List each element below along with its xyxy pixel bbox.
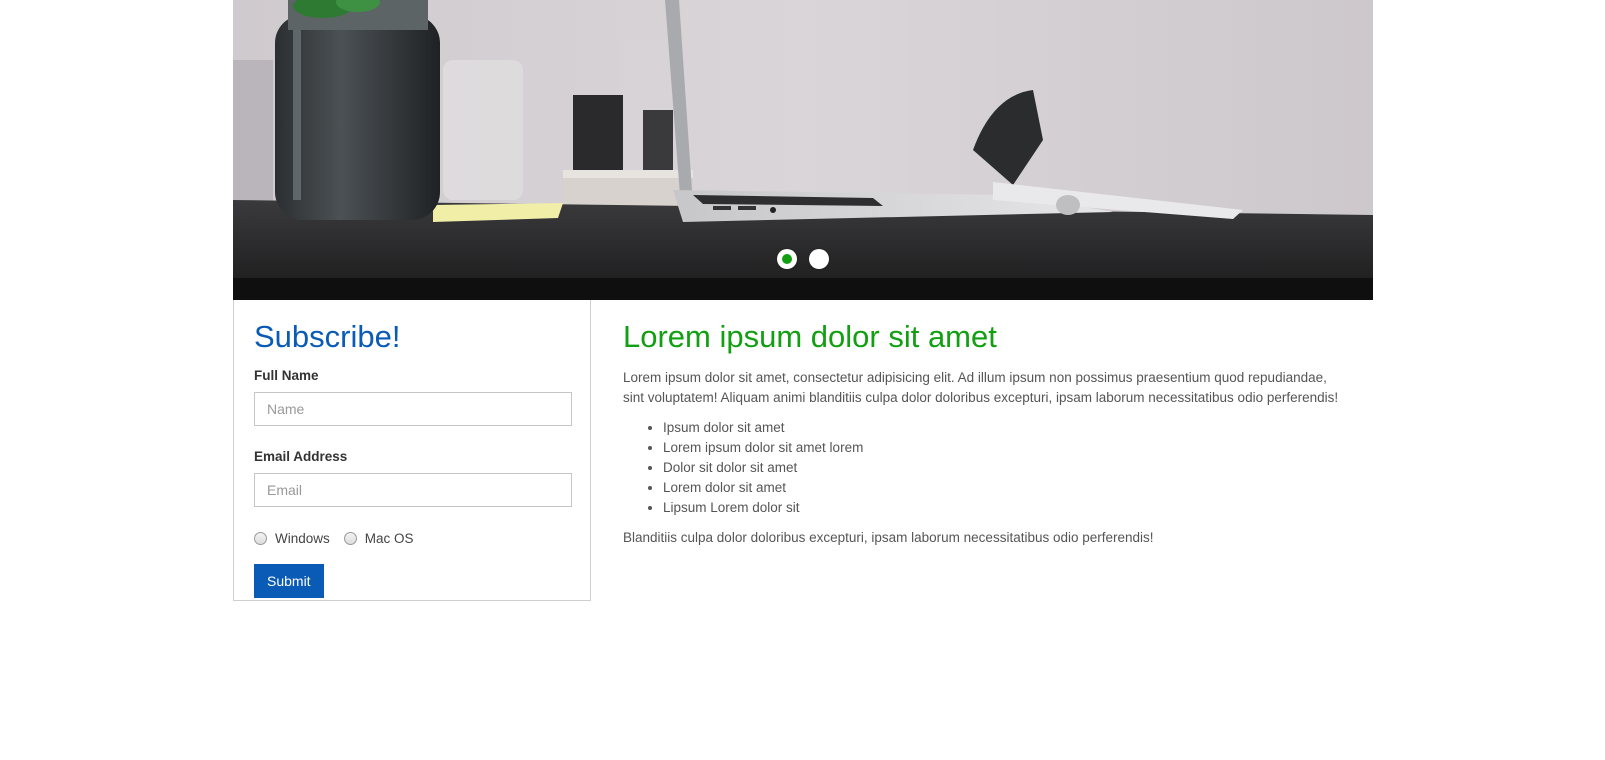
subscribe-title: Subscribe! bbox=[254, 319, 401, 354]
email-label: Email Address bbox=[254, 449, 348, 464]
article-title: Lorem ipsum dolor sit amet bbox=[623, 319, 997, 354]
subscribe-panel: Subscribe! Full Name Email Address Windo… bbox=[233, 300, 591, 601]
email-input[interactable] bbox=[254, 473, 572, 507]
radio-windows[interactable] bbox=[254, 531, 267, 545]
article-outro: Blanditiis culpa dolor doloribus exceptu… bbox=[623, 530, 1154, 545]
page-container: Subscribe! Full Name Email Address Windo… bbox=[233, 0, 1373, 760]
carousel-dot-1[interactable] bbox=[777, 249, 797, 269]
full-name-label: Full Name bbox=[254, 368, 319, 383]
radio-mac-os[interactable] bbox=[343, 531, 357, 545]
radio-mac-os-label[interactable]: Mac OS bbox=[365, 531, 414, 546]
article-intro: Lorem ipsum dolor sit amet, consectetur … bbox=[623, 370, 1339, 405]
article-list: Ipsum dolor sit amet Lorem ipsum dolor s… bbox=[623, 418, 1343, 518]
list-item: Ipsum dolor sit amet bbox=[663, 418, 1343, 438]
list-item: Dolor sit dolor sit amet bbox=[663, 458, 1343, 478]
carousel-dot-2[interactable] bbox=[809, 249, 829, 269]
radio-windows-label[interactable]: Windows bbox=[275, 531, 330, 546]
full-name-input[interactable] bbox=[254, 392, 572, 426]
list-item: Lorem dolor sit amet bbox=[663, 478, 1343, 498]
os-radio-group: Windows Mac OS bbox=[254, 528, 570, 548]
article: Lorem ipsum dolor sit amet Lorem ipsum d… bbox=[623, 318, 1343, 558]
submit-button[interactable]: Submit bbox=[254, 564, 324, 598]
list-item: Lipsum Lorem dolor sit bbox=[663, 498, 1343, 518]
carousel-indicators bbox=[233, 249, 1373, 269]
content-row: Subscribe! Full Name Email Address Windo… bbox=[233, 300, 1373, 760]
hero-carousel[interactable] bbox=[233, 0, 1373, 300]
list-item: Lorem ipsum dolor sit amet lorem bbox=[663, 438, 1343, 458]
